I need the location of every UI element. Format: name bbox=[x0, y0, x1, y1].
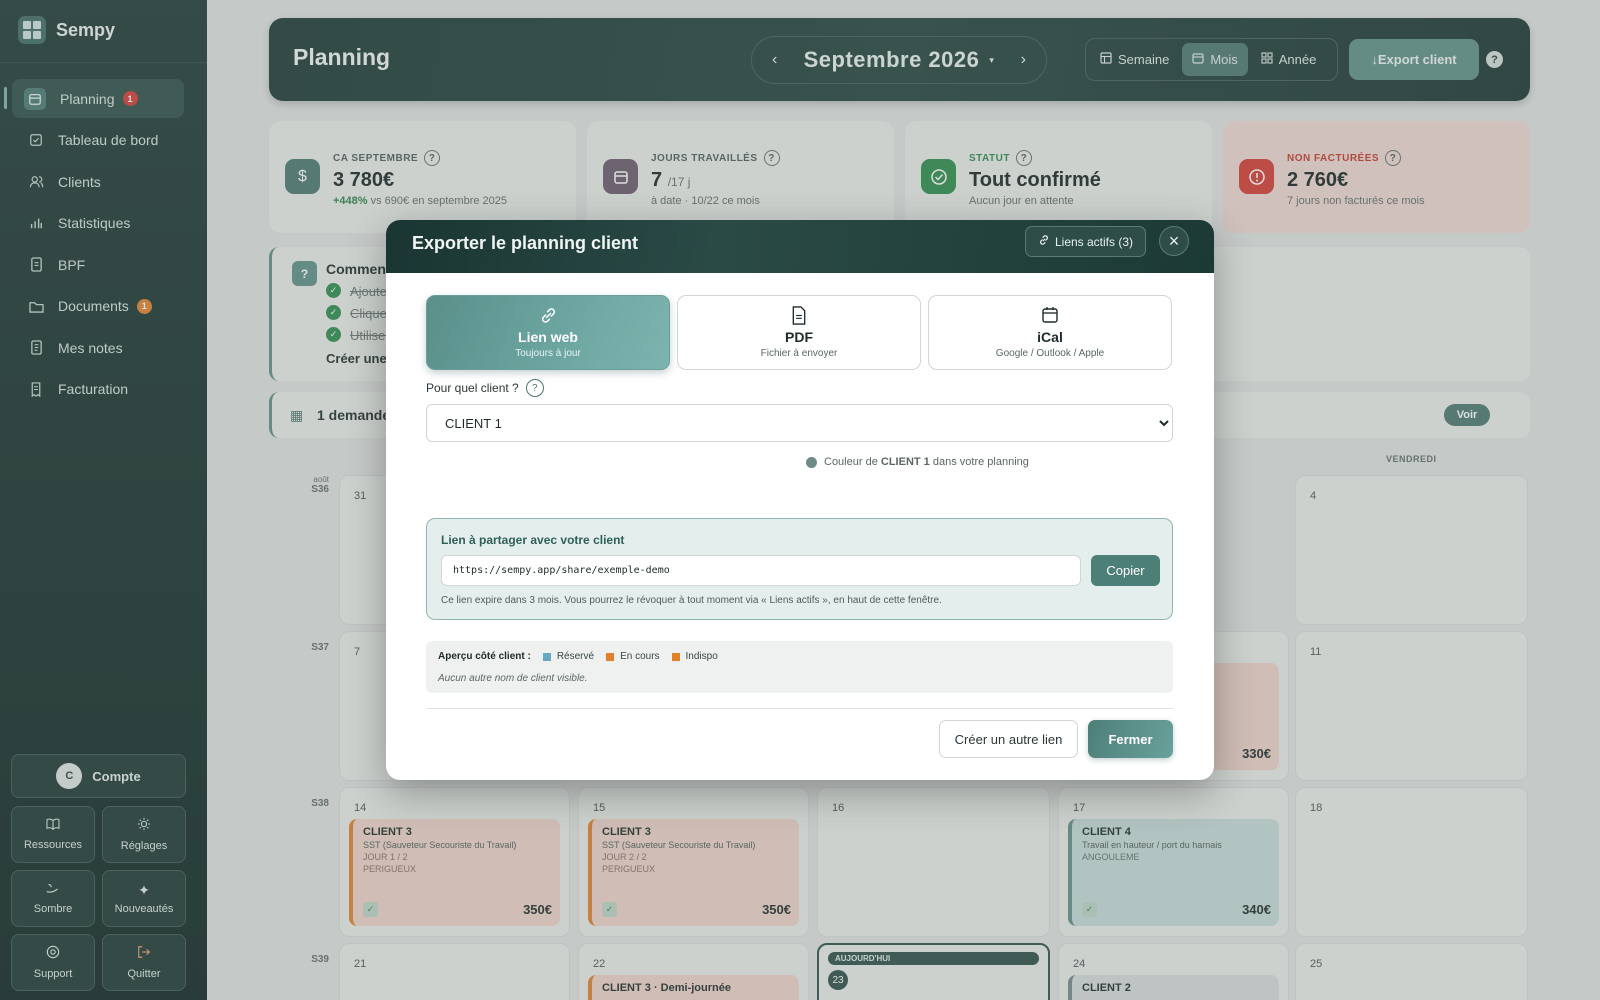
legend-en-cours: En cours bbox=[606, 651, 660, 662]
share-title: Lien à partager avec votre client bbox=[441, 533, 625, 547]
link-icon bbox=[1038, 234, 1050, 249]
legend-indispo: Indispo bbox=[671, 651, 718, 662]
close-button[interactable]: × bbox=[1159, 226, 1189, 256]
close-icon: × bbox=[1168, 231, 1180, 251]
divider bbox=[426, 708, 1173, 709]
legend-label: Réservé bbox=[556, 651, 595, 662]
modal-title: Exporter le planning client bbox=[412, 233, 639, 253]
active-links-button[interactable]: Liens actifs (3) bbox=[1025, 226, 1146, 257]
share-url-field[interactable] bbox=[441, 555, 1081, 586]
legend-reserve: Réservé bbox=[542, 651, 595, 662]
option-label: Lien web bbox=[518, 329, 578, 345]
legend-label: En cours bbox=[620, 651, 660, 662]
share-link-box: Lien à partager avec votre client Copier… bbox=[426, 518, 1173, 620]
option-label: PDF bbox=[785, 329, 813, 345]
client-color-note: Couleur de CLIENT 1 dans votre planning bbox=[806, 456, 1029, 468]
legend-swatch bbox=[671, 652, 680, 661]
copy-button[interactable]: Copier bbox=[1091, 555, 1160, 586]
color-note-prefix: Couleur de bbox=[824, 456, 878, 468]
preview-label: Aperçu côté client : bbox=[438, 651, 531, 662]
share-note: Ce lien expire dans 3 mois. Vous pourrez… bbox=[441, 595, 942, 606]
file-icon bbox=[791, 306, 807, 326]
create-another-link-button[interactable]: Créer un autre lien bbox=[939, 720, 1078, 758]
client-select[interactable]: CLIENT 1 bbox=[426, 404, 1173, 442]
legend-label: Indispo bbox=[685, 651, 718, 662]
option-sub: Fichier à envoyer bbox=[760, 348, 838, 359]
help-icon[interactable]: ? bbox=[525, 379, 544, 397]
legend-swatch bbox=[542, 652, 551, 661]
option-sub: Toujours à jour bbox=[515, 348, 581, 359]
link-icon bbox=[539, 306, 558, 326]
calendar-icon bbox=[1041, 306, 1059, 326]
option-label: iCal bbox=[1037, 329, 1063, 345]
client-preview: Aperçu côté client : Réservé En cours In… bbox=[426, 641, 1173, 693]
color-note-client: CLIENT 1 bbox=[880, 456, 930, 468]
option-lien-web[interactable]: Lien web Toujours à jour bbox=[426, 295, 670, 370]
client-question: Pour quel client ?? bbox=[426, 379, 544, 397]
option-pdf[interactable]: PDF Fichier à envoyer bbox=[677, 295, 921, 370]
option-sub: Google / Outlook / Apple bbox=[995, 348, 1105, 359]
client-question-label: Pour quel client ? bbox=[426, 381, 519, 395]
legend-swatch bbox=[606, 652, 615, 661]
export-modal: Exporter le planning client Liens actifs… bbox=[386, 220, 1214, 780]
preview-note: Aucun autre nom de client visible. bbox=[438, 673, 588, 684]
modal-header: Exporter le planning client Liens actifs… bbox=[386, 220, 1214, 273]
client-color-swatch bbox=[806, 456, 817, 468]
color-note-suffix: dans votre planning bbox=[932, 456, 1029, 468]
active-links-label: Liens actifs (3) bbox=[1054, 234, 1134, 249]
preview-legend: Aperçu côté client : Réservé En cours In… bbox=[438, 651, 718, 662]
color-note-text: Couleur de CLIENT 1 dans votre planning bbox=[824, 456, 1029, 468]
option-ical[interactable]: iCal Google / Outlook / Apple bbox=[928, 295, 1172, 370]
close-modal-button[interactable]: Fermer bbox=[1088, 720, 1173, 758]
